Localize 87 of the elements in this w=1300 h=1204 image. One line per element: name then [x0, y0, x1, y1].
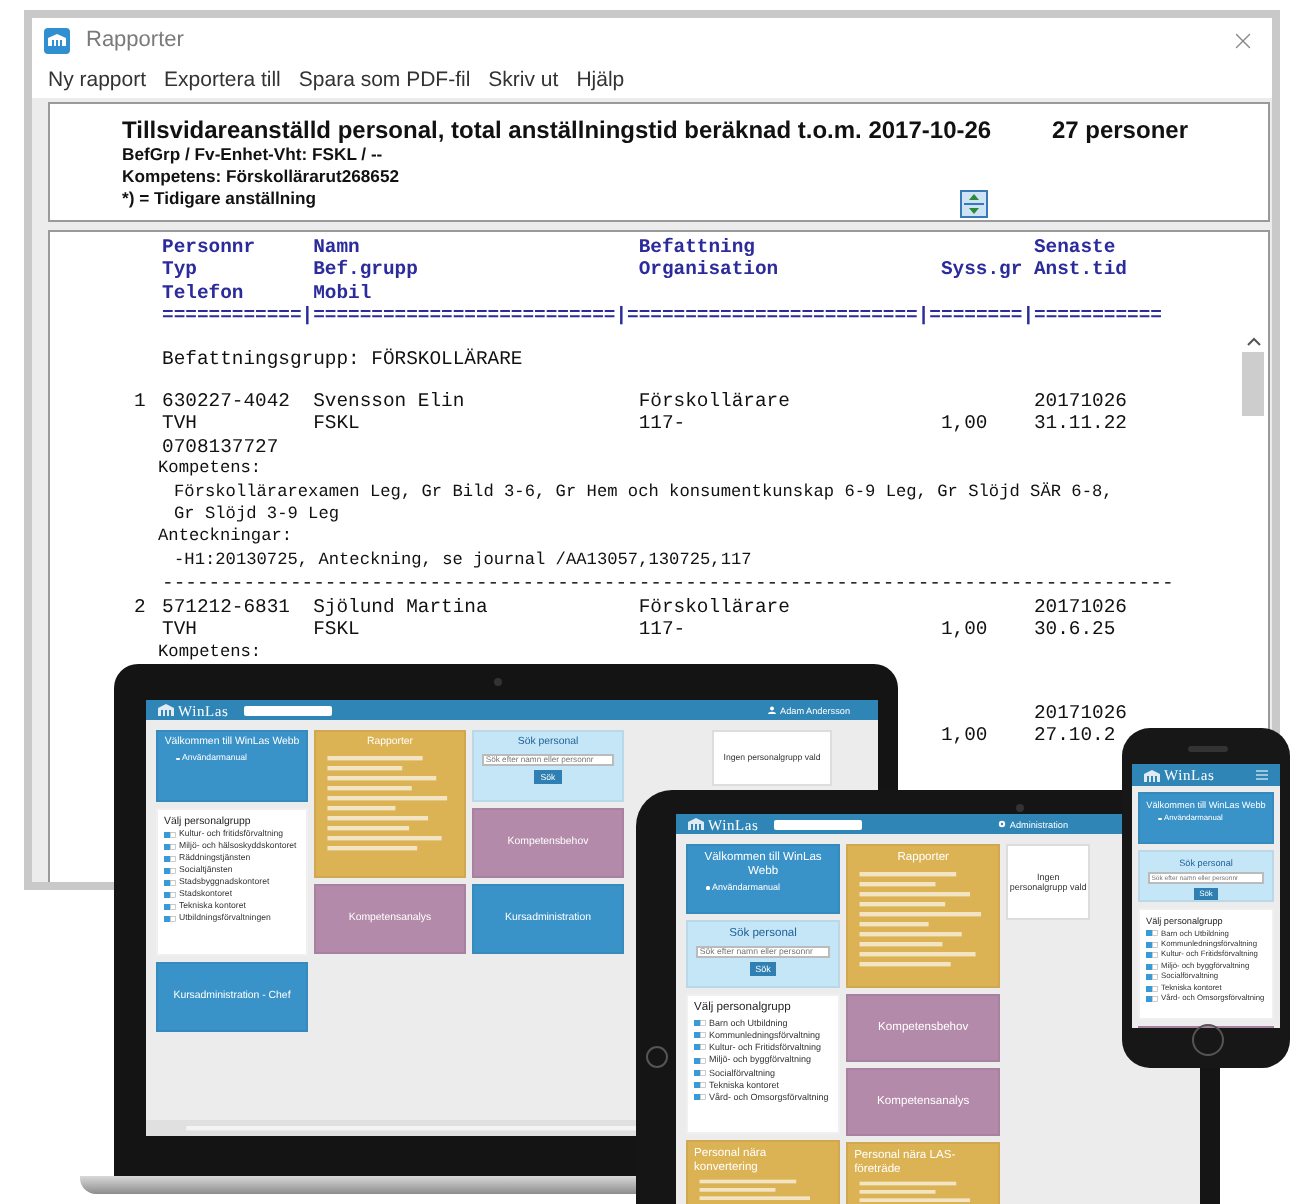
- group-heading: Befattningsgrupp: FÖRSKOLLÄRARE: [160, 347, 525, 371]
- checkbox-icon[interactable]: [1146, 974, 1158, 981]
- checkbox-icon[interactable]: [1146, 941, 1158, 948]
- table-cell-text: 20171026: [1033, 390, 1129, 413]
- checkbox-icon[interactable]: [1146, 996, 1158, 1003]
- checkbox-icon[interactable]: [164, 844, 176, 851]
- checkbox-icon[interactable]: [164, 891, 176, 898]
- table-cell-text: 630227-4042: [162, 390, 292, 413]
- column-header: Bef.grupp: [313, 258, 420, 282]
- scroll-up-icon[interactable]: [1245, 336, 1261, 346]
- checkbox-icon[interactable]: [164, 868, 176, 875]
- table-cell-text: 1,00: [940, 724, 990, 748]
- column-header: Typ: [162, 258, 199, 282]
- checkbox-icon[interactable]: [1146, 952, 1158, 959]
- column-header: Befattning: [638, 236, 757, 259]
- checkbox-icon[interactable]: [694, 1069, 706, 1076]
- table-cell-text: 1,00: [940, 412, 990, 436]
- user-icon: [768, 706, 777, 714]
- menu-item[interactable]: Exportera till: [164, 68, 281, 92]
- checkbox-icon[interactable]: [694, 1094, 706, 1101]
- checkbox-icon[interactable]: [1146, 985, 1158, 992]
- checkbox-icon[interactable]: [694, 1081, 706, 1088]
- report-info: BefGrp / Fv-Enhet-Vht: FSKL / --: [122, 144, 385, 166]
- checkbox-icon[interactable]: [164, 856, 176, 863]
- table-cell-text: 117-: [638, 618, 688, 641]
- checkbox-icon[interactable]: [164, 915, 176, 922]
- section-label: Kompetens:: [158, 641, 262, 664]
- column-header: Personnr: [162, 236, 258, 259]
- report-info: Kompetens: Förskollärarut268652: [122, 166, 402, 188]
- search-field[interactable]: [774, 819, 863, 829]
- checkbox-icon[interactable]: [694, 1057, 706, 1064]
- report-info: *) = Tidigare anställning: [122, 188, 319, 210]
- menu-item[interactable]: Ny rapport: [48, 68, 147, 92]
- table-cell-text: Svensson Elin: [313, 390, 467, 413]
- section-text: Gr Slöjd 3-9 Leg: [172, 504, 340, 527]
- gear-icon: [997, 820, 1006, 828]
- person-count: 27 personer: [1051, 116, 1188, 144]
- section-text: Förskollärarexamen Leg, Gr Bild 3-6, Gr Hem och konsumentkunskap 6-9 Leg, Gr Slöjd SÄR 6-8,: [172, 481, 1113, 505]
- report-title: Tillsvidareanställd personal, total anställningstid beräknad t.o.m. 2017-10-26: [122, 116, 992, 144]
- table-cell-text: Sjölund Martina: [313, 595, 490, 619]
- section-text: -H1:20130725, Anteckning, se journal /AA13057,130725,117: [172, 549, 752, 573]
- column-header: Syss.gr: [940, 258, 1025, 282]
- scrollbar-thumb[interactable]: [1242, 352, 1264, 416]
- window-title: Rapporter: [86, 28, 184, 52]
- building-icon: [1144, 769, 1160, 781]
- checkbox-icon[interactable]: [694, 1032, 706, 1039]
- checkbox-icon[interactable]: [164, 879, 176, 886]
- table-cell-text: 31.11.22: [1033, 412, 1129, 436]
- table-cell-text: 1,00: [940, 618, 990, 641]
- column-header: Anst.tid: [1033, 258, 1129, 282]
- table-cell-text: 20171026: [1033, 701, 1129, 725]
- checkbox-icon[interactable]: [164, 832, 176, 839]
- section-label: Kompetens:: [158, 458, 262, 482]
- column-header: Senaste: [1033, 236, 1118, 259]
- column-header: Telefon: [162, 281, 246, 305]
- table-cell-text: FSKL: [313, 618, 362, 641]
- checkbox-icon[interactable]: [1146, 963, 1158, 970]
- table-cell-text: Förskollärare: [638, 595, 792, 619]
- search-field[interactable]: [244, 705, 333, 715]
- header-rule: ============|==========================|=========================|========|===========: [160, 304, 1164, 328]
- row-number: 1: [134, 390, 148, 413]
- row-number: 2: [134, 595, 148, 619]
- table-cell-text: 30.6.25: [1033, 618, 1118, 641]
- menu-item[interactable]: Skriv ut: [488, 68, 559, 92]
- checkbox-icon[interactable]: [694, 1020, 706, 1027]
- table-cell-text: 20171026: [1033, 595, 1129, 619]
- table-cell-text: TVH: [162, 412, 199, 436]
- expand-icon[interactable]: [960, 190, 988, 218]
- checkbox-icon[interactable]: [164, 903, 176, 910]
- menu-item[interactable]: Hjälp: [576, 68, 625, 92]
- app-icon: [44, 27, 70, 53]
- section-label: Anteckningar:: [158, 526, 293, 550]
- column-header: Organisation: [638, 258, 781, 282]
- table-cell-text: 0708137727: [162, 435, 281, 459]
- table-cell-text: Förskollärare: [638, 390, 792, 413]
- column-header: Mobil: [313, 281, 374, 305]
- checkbox-icon[interactable]: [1146, 930, 1158, 937]
- table-cell-text: FSKL: [313, 412, 362, 436]
- checkbox-icon[interactable]: [694, 1044, 706, 1051]
- dashed-rule: ---------------------------------------------------------------------------------------: [160, 572, 1176, 596]
- menu-icon[interactable]: [1256, 770, 1268, 780]
- menu-item[interactable]: Spara som PDF-fil: [298, 68, 471, 92]
- table-cell-text: 117-: [638, 412, 688, 436]
- table-cell-text: 571212-6831: [162, 595, 292, 619]
- table-cell-text: TVH: [162, 618, 199, 641]
- table-cell-text: 27.10.2: [1033, 724, 1118, 748]
- column-header: Namn: [313, 236, 362, 259]
